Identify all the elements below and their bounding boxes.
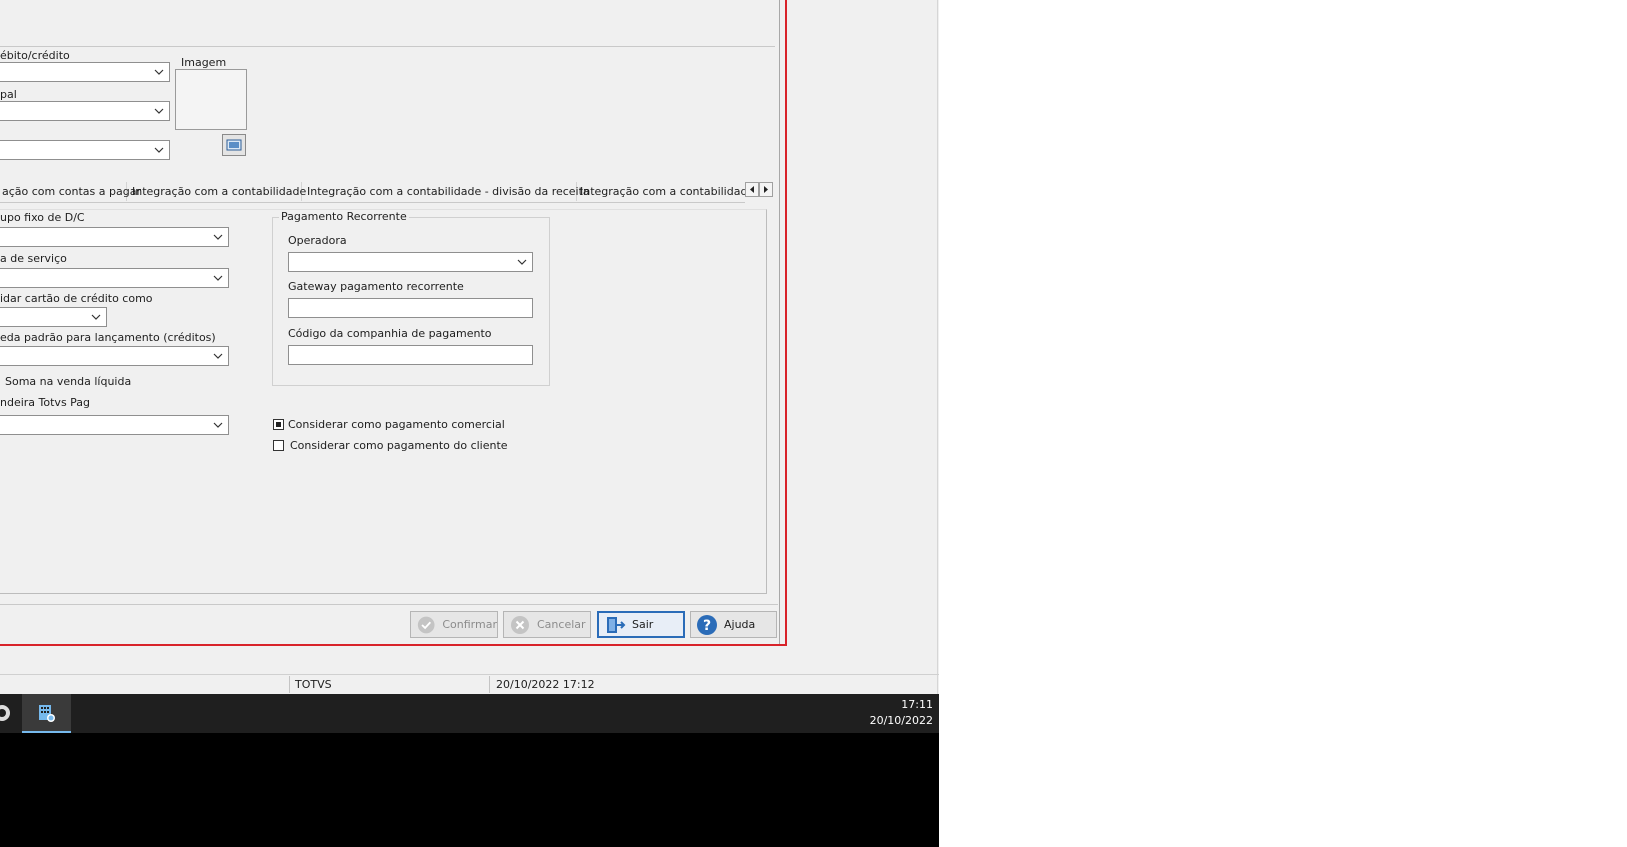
- cartao-credito-label: idar cartão de crédito como: [0, 292, 153, 305]
- triangle-left-icon: [750, 186, 754, 193]
- gateway-label: Gateway pagamento recorrente: [288, 280, 464, 293]
- header-separator: [0, 46, 775, 47]
- svg-text:?: ?: [703, 618, 711, 634]
- chevron-down-icon: [517, 259, 527, 265]
- tab-scroll-right-button[interactable]: [759, 182, 773, 197]
- tab-scroll-left-button[interactable]: [745, 182, 759, 197]
- debit-credit-label: ébito/crédito: [0, 49, 70, 62]
- soma-venda-label: Soma na venda líquida: [5, 375, 132, 388]
- chevron-down-icon: [213, 234, 223, 240]
- buttons-separator: [0, 604, 778, 605]
- dialog-inner-edge: [779, 0, 780, 644]
- tab-contabilidade-2[interactable]: Integração com a contabilidade: [578, 182, 746, 201]
- tab-contabilidade[interactable]: Integração com a contabilidade: [130, 182, 306, 201]
- operadora-select[interactable]: [288, 252, 533, 272]
- tray-time: 17:11: [901, 698, 933, 711]
- moeda-padrao-label: eda padrão para lançamento (créditos): [0, 331, 216, 344]
- pagamento-recorrente-title: Pagamento Recorrente: [279, 210, 409, 223]
- tab-contas-a-pagar[interactable]: ação com contas a pagar: [0, 182, 141, 201]
- exit-label: Sair: [632, 618, 654, 631]
- exit-door-icon: [607, 616, 626, 633]
- grupo-fixo-label: upo fixo de D/C: [0, 211, 85, 224]
- chevron-down-icon: [154, 69, 164, 75]
- codigo-companhia-input[interactable]: [288, 345, 533, 365]
- app-swirl-icon: [0, 705, 10, 721]
- statusbar-divider: [489, 676, 490, 693]
- pagamento-comercial-checkbox[interactable]: [273, 419, 284, 430]
- confirm-label: Confirmar: [442, 618, 497, 631]
- codigo-companhia-label: Código da companhia de pagamento: [288, 327, 492, 340]
- chevron-down-icon: [154, 108, 164, 114]
- tray-date: 20/10/2022: [869, 714, 933, 727]
- chevron-down-icon: [213, 353, 223, 359]
- checkbox-fill-mark: [276, 422, 281, 427]
- select-image-button[interactable]: [222, 134, 246, 156]
- tipo-servico-select[interactable]: [0, 268, 229, 288]
- calculator-app-icon: [39, 705, 55, 722]
- help-label: Ajuda: [724, 618, 756, 631]
- confirm-button[interactable]: Confirmar: [410, 611, 498, 638]
- picture-icon: [226, 139, 242, 151]
- help-question-icon: ?: [697, 614, 717, 635]
- statusbar-top-border: [0, 674, 939, 675]
- chevron-down-icon: [213, 422, 223, 428]
- chevron-down-icon: [154, 147, 164, 153]
- pagamento-comercial-label: Considerar como pagamento comercial: [288, 418, 505, 431]
- moeda-padrao-select[interactable]: [0, 346, 229, 366]
- principal-label: pal: [0, 88, 17, 101]
- exit-button[interactable]: Sair: [597, 611, 685, 638]
- tab-contabilidade-divisao-receita[interactable]: Integração com a contabilidade - divisão…: [305, 182, 590, 201]
- payment-form-dialog: ébito/crédito pal Imagem ação com contas…: [0, 0, 787, 646]
- taskbar-app-1[interactable]: [0, 702, 12, 724]
- third-select[interactable]: [0, 140, 170, 160]
- chevron-down-icon: [213, 275, 223, 281]
- statusbar-divider: [289, 676, 290, 693]
- cancel-label: Cancelar: [537, 618, 586, 631]
- bandeira-label: ndeira Totvs Pag: [0, 396, 91, 409]
- operadora-label: Operadora: [288, 234, 347, 247]
- tipo-servico-label: a de serviço: [0, 252, 67, 265]
- bandeira-select[interactable]: [0, 415, 229, 435]
- pagamento-cliente-checkbox[interactable]: [273, 440, 284, 451]
- grupo-fixo-select[interactable]: [0, 227, 229, 247]
- image-label: Imagem: [181, 56, 227, 69]
- check-circle-icon: [417, 616, 435, 633]
- principal-select[interactable]: [0, 101, 170, 121]
- cancel-circle-icon: [511, 615, 529, 634]
- gateway-input[interactable]: [288, 298, 533, 318]
- taskbar-app-2[interactable]: [22, 694, 71, 733]
- app-right-edge: [937, 0, 938, 694]
- taskbar: 17:11 20/10/2022: [0, 694, 939, 733]
- statusbar-datetime: 20/10/2022 17:12: [496, 678, 595, 691]
- cancel-button[interactable]: Cancelar: [503, 611, 591, 638]
- statusbar-company: TOTVS: [295, 678, 332, 691]
- image-preview: [175, 69, 247, 130]
- black-screen-area: [0, 733, 939, 847]
- cartao-credito-select[interactable]: [0, 307, 107, 327]
- tab-strip: ação com contas a pagar Integração com a…: [0, 182, 773, 203]
- pagamento-cliente-label: Considerar como pagamento do cliente: [290, 439, 508, 452]
- debit-credit-select[interactable]: [0, 62, 170, 82]
- triangle-right-icon: [764, 186, 768, 193]
- chevron-down-icon: [91, 314, 101, 320]
- help-button[interactable]: ? Ajuda: [690, 611, 777, 638]
